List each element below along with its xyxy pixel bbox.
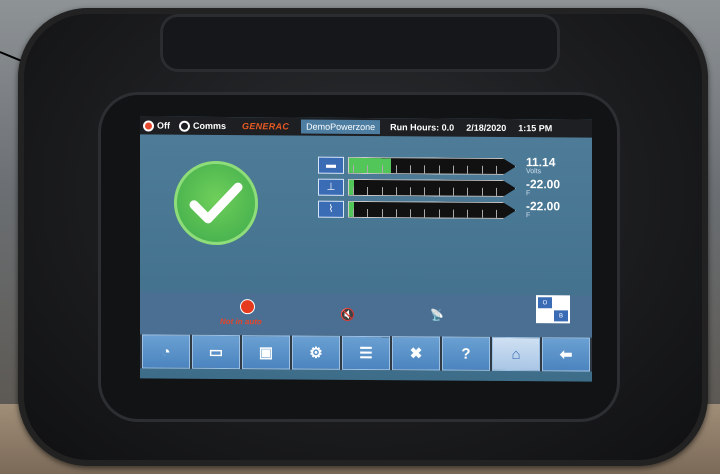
off-indicator[interactable]: Off (140, 119, 170, 132)
comms-label: Comms (193, 120, 227, 132)
nav-dashboard-button[interactable]: ◔ (142, 334, 190, 369)
checkmark-icon (189, 182, 243, 224)
sliders-icon: ☰ (359, 344, 373, 363)
gauge-row: ⊥ -22.00 F (318, 177, 588, 200)
nav-settings-button[interactable]: ⚙ (292, 335, 340, 370)
o-b-selector[interactable]: O B (536, 295, 570, 324)
question-icon: ? (461, 345, 471, 363)
brand-logo: GENERAC (242, 121, 290, 132)
gauge-value: -22.00 (526, 177, 561, 192)
not-in-auto-icon (240, 299, 255, 315)
gauge-unit: F (526, 190, 531, 198)
status-ok-check-icon (174, 160, 258, 246)
nav-generator-button[interactable]: ▣ (242, 335, 290, 370)
gauge-unit: F (526, 212, 531, 220)
date: 2/18/2020 (466, 122, 507, 133)
comms-indicator[interactable]: Comms (176, 120, 227, 132)
home-icon: ⌂ (511, 345, 521, 363)
nav-home-button[interactable]: ⌂ (492, 336, 540, 372)
bottom-nav: ◔ ▭ ▣ ⚙ ☰ ✖? ⌂ ⬅ (140, 334, 592, 372)
generator-icon: ▣ (258, 344, 274, 362)
nav-adjust-button[interactable]: ☰ (342, 335, 390, 371)
gauge-icon: ◔ (161, 343, 171, 361)
site-name: DemoPowerzone (301, 119, 381, 135)
nav-tools-button[interactable]: ✖ (392, 336, 440, 371)
nav-help-button[interactable]: ? (442, 336, 490, 371)
engine-icon: ▭ (208, 343, 224, 362)
oil-icon: ⌇ (318, 200, 344, 218)
time: 1:15 PM (518, 123, 553, 134)
gauge-bar (348, 157, 516, 175)
remote-icon[interactable]: 📡 (430, 308, 444, 321)
comms-radio-icon (179, 120, 190, 132)
gauge-bar (348, 179, 516, 197)
tools-icon: ✖ (409, 345, 423, 363)
controller-screen: Off Comms GENERAC DemoPowerzone Run Hour… (140, 116, 592, 382)
battery-icon: ▬ (318, 156, 344, 174)
back-arrow-icon: ⬅ (559, 346, 573, 364)
gauge-bar (348, 201, 516, 219)
run-hours: Run Hours: 0.0 (390, 122, 455, 133)
gears-icon: ⚙ (309, 344, 323, 362)
bezel-top-ridge (160, 14, 560, 72)
not-in-auto-label: Not in auto (220, 316, 262, 327)
nav-engine-button[interactable]: ▭ (192, 334, 240, 370)
alarm-muted-icon[interactable]: 🔇 (340, 308, 355, 322)
gauge-unit: Volts (526, 168, 542, 176)
off-radio-icon (143, 119, 154, 132)
status-bar: Off Comms GENERAC DemoPowerzone Run Hour… (140, 116, 592, 138)
coolant-temp-icon: ⊥ (318, 178, 344, 196)
off-label: Off (157, 120, 170, 131)
gauge-row: ⌇ -22.00 F (318, 199, 588, 222)
gauge-row: ▬ 11.14 Volts (318, 155, 588, 178)
b-label: B (554, 310, 568, 322)
o-label: O (538, 297, 552, 309)
nav-back-button[interactable]: ⬅ (542, 337, 590, 372)
gauge-value: -22.00 (526, 199, 561, 214)
